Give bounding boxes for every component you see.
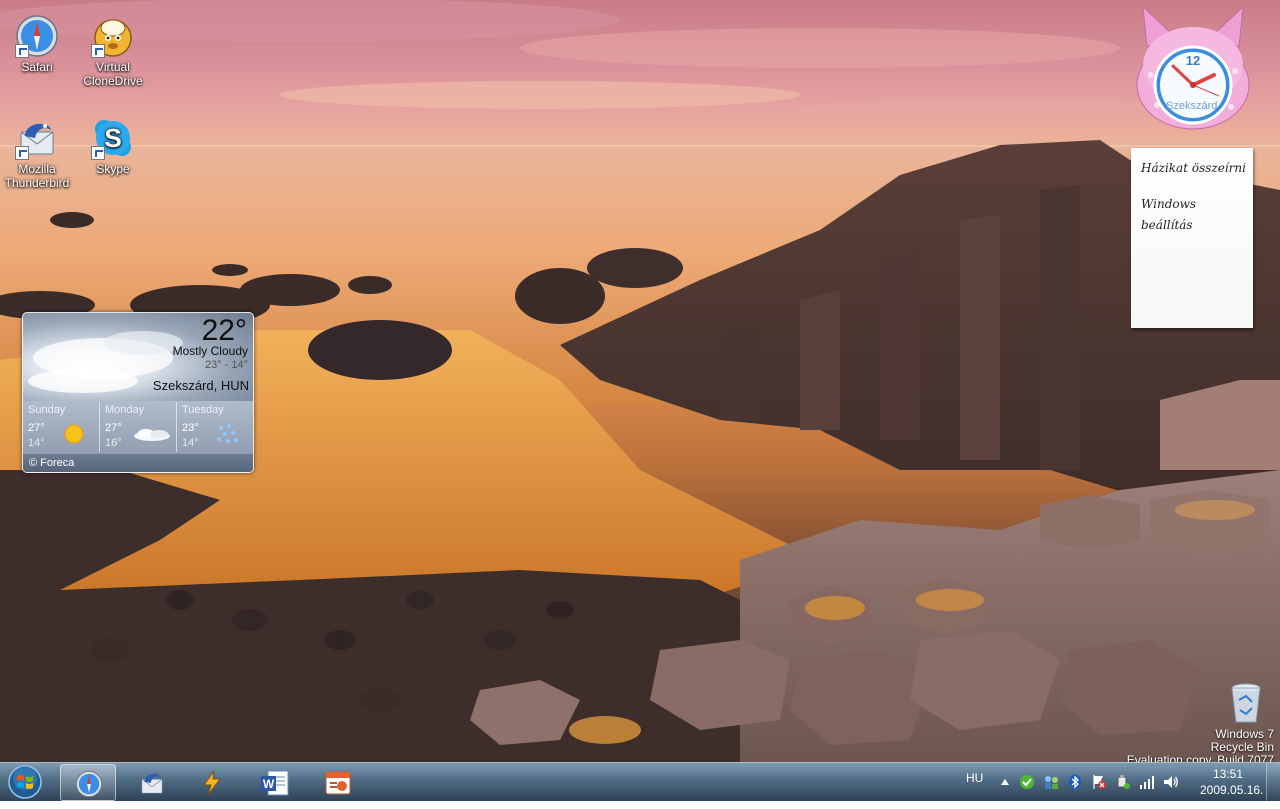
volume-icon[interactable] <box>1163 774 1179 790</box>
weather-gadget[interactable]: 22° Mostly Cloudy 23° - 14° Szekszárd, H… <box>22 312 254 473</box>
weather-credit-link[interactable]: © Foreca <box>29 457 74 469</box>
weather-footer: © Foreca <box>23 454 253 472</box>
forecast-low: 14° <box>28 437 45 449</box>
forecast-day-name: Sunday <box>28 404 66 416</box>
desktop-icon-recycle-bin[interactable] <box>1218 682 1274 726</box>
clock-face: 12 <box>1136 5 1250 130</box>
cloudy-icon <box>132 422 172 446</box>
clock-numeral-twelve: 12 <box>1186 53 1200 68</box>
desktop-icon-thunderbird[interactable]: Mozilla Thunderbird <box>0 116 74 190</box>
taskbar-word[interactable]: W <box>246 764 300 799</box>
forecast-high: 27° <box>105 422 122 434</box>
desktop-icon-label: Safari <box>21 60 53 74</box>
forecast-high: 23° <box>182 422 199 434</box>
weather-location: Szekszárd, HUN <box>152 378 249 393</box>
bluetooth-icon[interactable] <box>1067 774 1083 790</box>
desktop-icon-label: Virtual CloneDrive <box>83 60 143 88</box>
thunderbird-icon <box>141 773 163 794</box>
shortcut-arrow-icon <box>91 146 105 160</box>
note-line: Házikat összeírni <box>1141 161 1246 175</box>
show-desktop-button[interactable] <box>1266 763 1280 801</box>
clock-time: 13:51 <box>1212 767 1244 781</box>
forecast-high: 27° <box>28 422 45 434</box>
note-line: Windows <box>1141 197 1197 211</box>
powerpoint-icon <box>325 771 351 795</box>
word-icon: W <box>261 770 289 796</box>
winamp-icon <box>203 770 221 796</box>
forecast-day-name: Monday <box>105 404 145 416</box>
action-center-icon[interactable] <box>1091 774 1107 790</box>
desktop-icon-skype[interactable]: S Skype <box>76 116 150 176</box>
svg-text:W: W <box>263 777 275 791</box>
forecast-low: 14° <box>182 437 199 449</box>
desktop-icon-safari[interactable]: Safari <box>0 14 74 74</box>
network-users-icon[interactable] <box>1043 774 1059 790</box>
note-line: beállítás <box>1141 218 1193 232</box>
windows-orb-icon <box>8 765 42 799</box>
weather-condition: Mostly Cloudy <box>172 344 248 358</box>
sunny-icon <box>59 422 89 446</box>
forecast-row: Sunday 27° 14° Monday 27° 16° Tuesday 23… <box>23 402 253 454</box>
clock-city-label: Szekszárd <box>1166 100 1218 112</box>
forecast-day-tuesday: Tuesday 23° 14° <box>177 402 253 452</box>
virtual-clonedrive-icon <box>91 14 135 58</box>
forecast-day-name: Tuesday <box>182 404 224 416</box>
forecast-day-sunday: Sunday 27° 14° <box>23 402 100 452</box>
show-hidden-icons-arrow[interactable] <box>997 774 1013 790</box>
taskbar: W HU 13:51 2009.05.16. <box>0 762 1280 801</box>
desktop-icon-label: Skype <box>96 162 130 176</box>
clock-date: 2009.05.16. <box>1200 783 1264 797</box>
current-temperature: 22° <box>201 314 247 347</box>
taskbar-powerpoint[interactable] <box>308 764 362 799</box>
svg-text:S: S <box>104 123 121 153</box>
network-signal-icon[interactable] <box>1139 774 1155 790</box>
taskbar-safari[interactable] <box>60 764 116 801</box>
forecast-day-monday: Monday 27° 16° <box>100 402 177 452</box>
skype-icon: S <box>91 116 135 160</box>
security-check-icon[interactable] <box>1019 774 1035 790</box>
sticky-note[interactable]: Házikat összeírni Windows beállítás <box>1131 148 1254 334</box>
safari-icon <box>75 770 103 798</box>
forecast-low: 16° <box>105 437 122 449</box>
rain-icon <box>213 422 243 446</box>
taskbar-winamp[interactable] <box>184 764 238 799</box>
shortcut-arrow-icon <box>15 44 29 58</box>
temperature-range: 23° - 14° <box>204 359 248 371</box>
safari-icon <box>15 14 59 58</box>
clock-gadget[interactable]: 12 Szekszárd <box>1133 5 1253 131</box>
taskbar-thunderbird[interactable] <box>124 764 178 799</box>
shortcut-arrow-icon <box>15 146 29 160</box>
system-clock[interactable]: 13:51 2009.05.16. <box>1200 766 1264 798</box>
desktop-icon-virtual-clonedrive[interactable]: Virtual CloneDrive <box>76 14 150 88</box>
start-button[interactable] <box>4 764 46 800</box>
recycle-bin-icon <box>1226 682 1266 726</box>
shortcut-arrow-icon <box>91 44 105 58</box>
removable-device-icon[interactable] <box>1115 774 1131 790</box>
desktop-icon-label: Mozilla Thunderbird <box>4 162 70 190</box>
thunderbird-icon <box>15 116 59 160</box>
language-indicator[interactable]: HU <box>966 771 983 809</box>
